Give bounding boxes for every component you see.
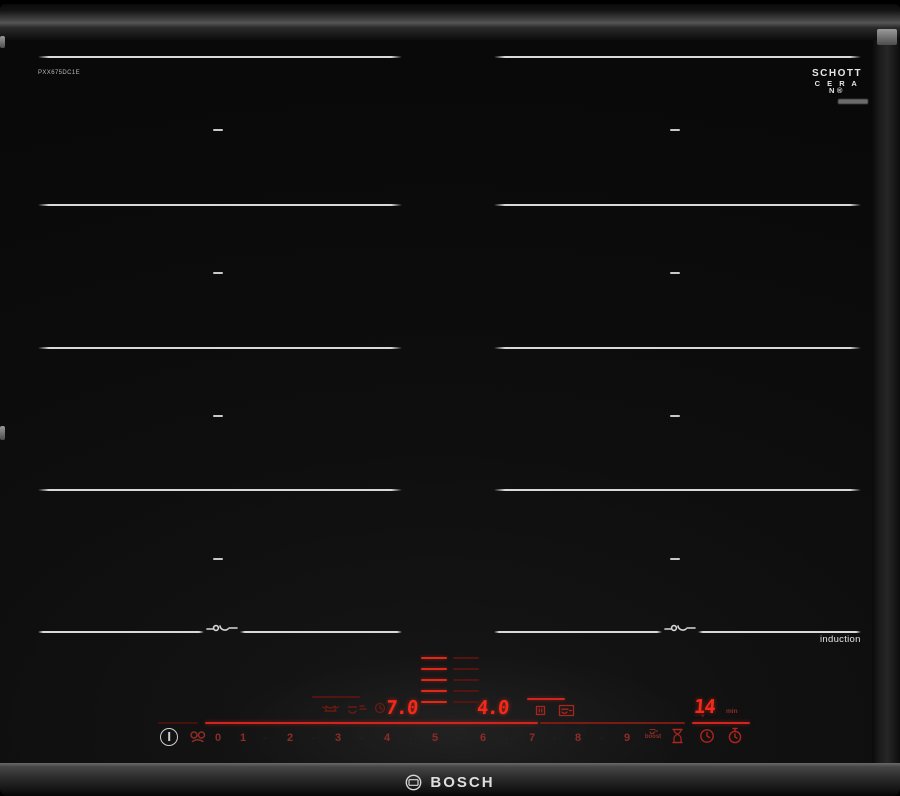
slider-separator: · — [553, 733, 556, 743]
schott-logo-line1: SCHOTT — [812, 69, 862, 80]
move-pan-icon[interactable] — [347, 703, 367, 714]
flexzone-segment-left[interactable] — [421, 668, 447, 670]
boost-key[interactable]: boost — [641, 728, 665, 740]
zone-line — [494, 204, 861, 206]
flexzone-segment-right[interactable] — [453, 701, 479, 703]
slider-separator: · — [409, 733, 412, 743]
front-trim-bar: BOSCH — [0, 763, 900, 796]
bosch-symbol-icon — [405, 774, 422, 791]
zone-centre-mark — [213, 558, 223, 560]
power-icon[interactable] — [160, 728, 178, 746]
flexzone-segment-left[interactable] — [421, 679, 447, 681]
flexzone-segment-right[interactable] — [453, 679, 479, 681]
induction-cooktop: PXX675DC1E SCHOTT C E R A N® induction — [0, 0, 900, 796]
top-edge-trim — [0, 4, 900, 40]
pause-icon[interactable] — [535, 705, 546, 716]
slider-number-6[interactable]: 6 — [480, 732, 486, 744]
zone-centre-mark — [670, 272, 680, 274]
zone-line — [38, 631, 204, 633]
schott-logo-line2: C E R A N® — [812, 80, 862, 96]
boost-label: boost — [641, 734, 665, 740]
left-zone-power-display: 7.0 — [385, 697, 418, 719]
zone-line — [38, 347, 402, 349]
zone-centre-mark — [213, 415, 223, 417]
timer-unit-label: min — [726, 708, 738, 715]
flexzone-segment-left[interactable] — [421, 690, 447, 692]
zone-line — [240, 631, 402, 633]
zone-centre-mark — [670, 129, 680, 131]
kitchen-timer-icon[interactable] — [699, 728, 715, 744]
timer-select-marker: ▾ — [701, 712, 705, 720]
zone-timer-icon[interactable] — [374, 702, 386, 714]
slider-number-7[interactable]: 7 — [529, 732, 535, 744]
slider-number-1[interactable]: 1 — [240, 732, 246, 744]
flexzone-segment-left[interactable] — [421, 657, 447, 659]
slider-number-3[interactable]: 3 — [335, 732, 341, 744]
left-hinge-mark-mid — [0, 426, 5, 440]
slider-separator: · — [505, 733, 508, 743]
stopwatch-icon[interactable] — [727, 727, 743, 744]
slider-separator: · — [600, 733, 603, 743]
left-hinge-mark-top — [0, 36, 5, 48]
slider-number-2[interactable]: 2 — [287, 732, 293, 744]
flexzone-segment-right[interactable] — [453, 657, 479, 659]
zone-line — [38, 56, 402, 58]
slider-track-start[interactable] — [158, 722, 198, 724]
bosch-logo: BOSCH — [0, 774, 900, 791]
zone-centre-mark — [670, 558, 680, 560]
induction-label: induction — [820, 634, 861, 645]
slider-separator: · — [312, 733, 315, 743]
slider-separator: · — [264, 733, 267, 743]
zone-centre-mark — [670, 415, 680, 417]
slider-track-active[interactable] — [205, 722, 538, 724]
flexzone-segment-left[interactable] — [421, 701, 447, 703]
slider-separator: · — [457, 733, 460, 743]
pan-detection-icon — [205, 621, 239, 635]
slider-number-0[interactable]: 0 — [215, 732, 221, 744]
model-number: PXX675DC1E — [38, 70, 80, 76]
function-underline — [527, 698, 565, 700]
slider-number-4[interactable]: 4 — [384, 732, 390, 744]
zone-line — [38, 489, 402, 491]
flexzone-segment-right[interactable] — [453, 668, 479, 670]
right-edge-trim — [872, 40, 900, 763]
timer-hourglass-icon[interactable] — [671, 728, 684, 744]
zone-line — [494, 347, 861, 349]
right-hinge-mark — [877, 29, 897, 45]
bosch-wordmark: BOSCH — [430, 774, 494, 791]
zone-line — [38, 204, 402, 206]
right-zone-power-display: 4.0 — [476, 697, 509, 719]
serial-sticker — [838, 99, 868, 104]
zone-centre-mark — [213, 272, 223, 274]
pot-icon[interactable] — [321, 702, 340, 714]
zone-line — [494, 489, 861, 491]
schott-ceran-logo: SCHOTT C E R A N® — [812, 69, 862, 95]
pot-function-underline — [312, 696, 360, 698]
flexzone-segment-right[interactable] — [453, 690, 479, 692]
slider-number-9[interactable]: 9 — [624, 732, 630, 744]
zone-line — [698, 631, 861, 633]
glass-surface — [0, 40, 872, 763]
timer-underline — [692, 722, 750, 724]
pan-detection-icon — [663, 621, 697, 635]
zone-centre-mark — [213, 129, 223, 131]
zone-line — [494, 631, 662, 633]
slider-number-5[interactable]: 5 — [432, 732, 438, 744]
frying-sensor-icon[interactable] — [558, 704, 575, 717]
slider-number-8[interactable]: 8 — [575, 732, 581, 744]
zone-line — [494, 56, 861, 58]
slider-track-inactive[interactable] — [540, 722, 685, 724]
slider-separator: · — [360, 733, 363, 743]
child-lock-icon[interactable] — [188, 729, 208, 744]
